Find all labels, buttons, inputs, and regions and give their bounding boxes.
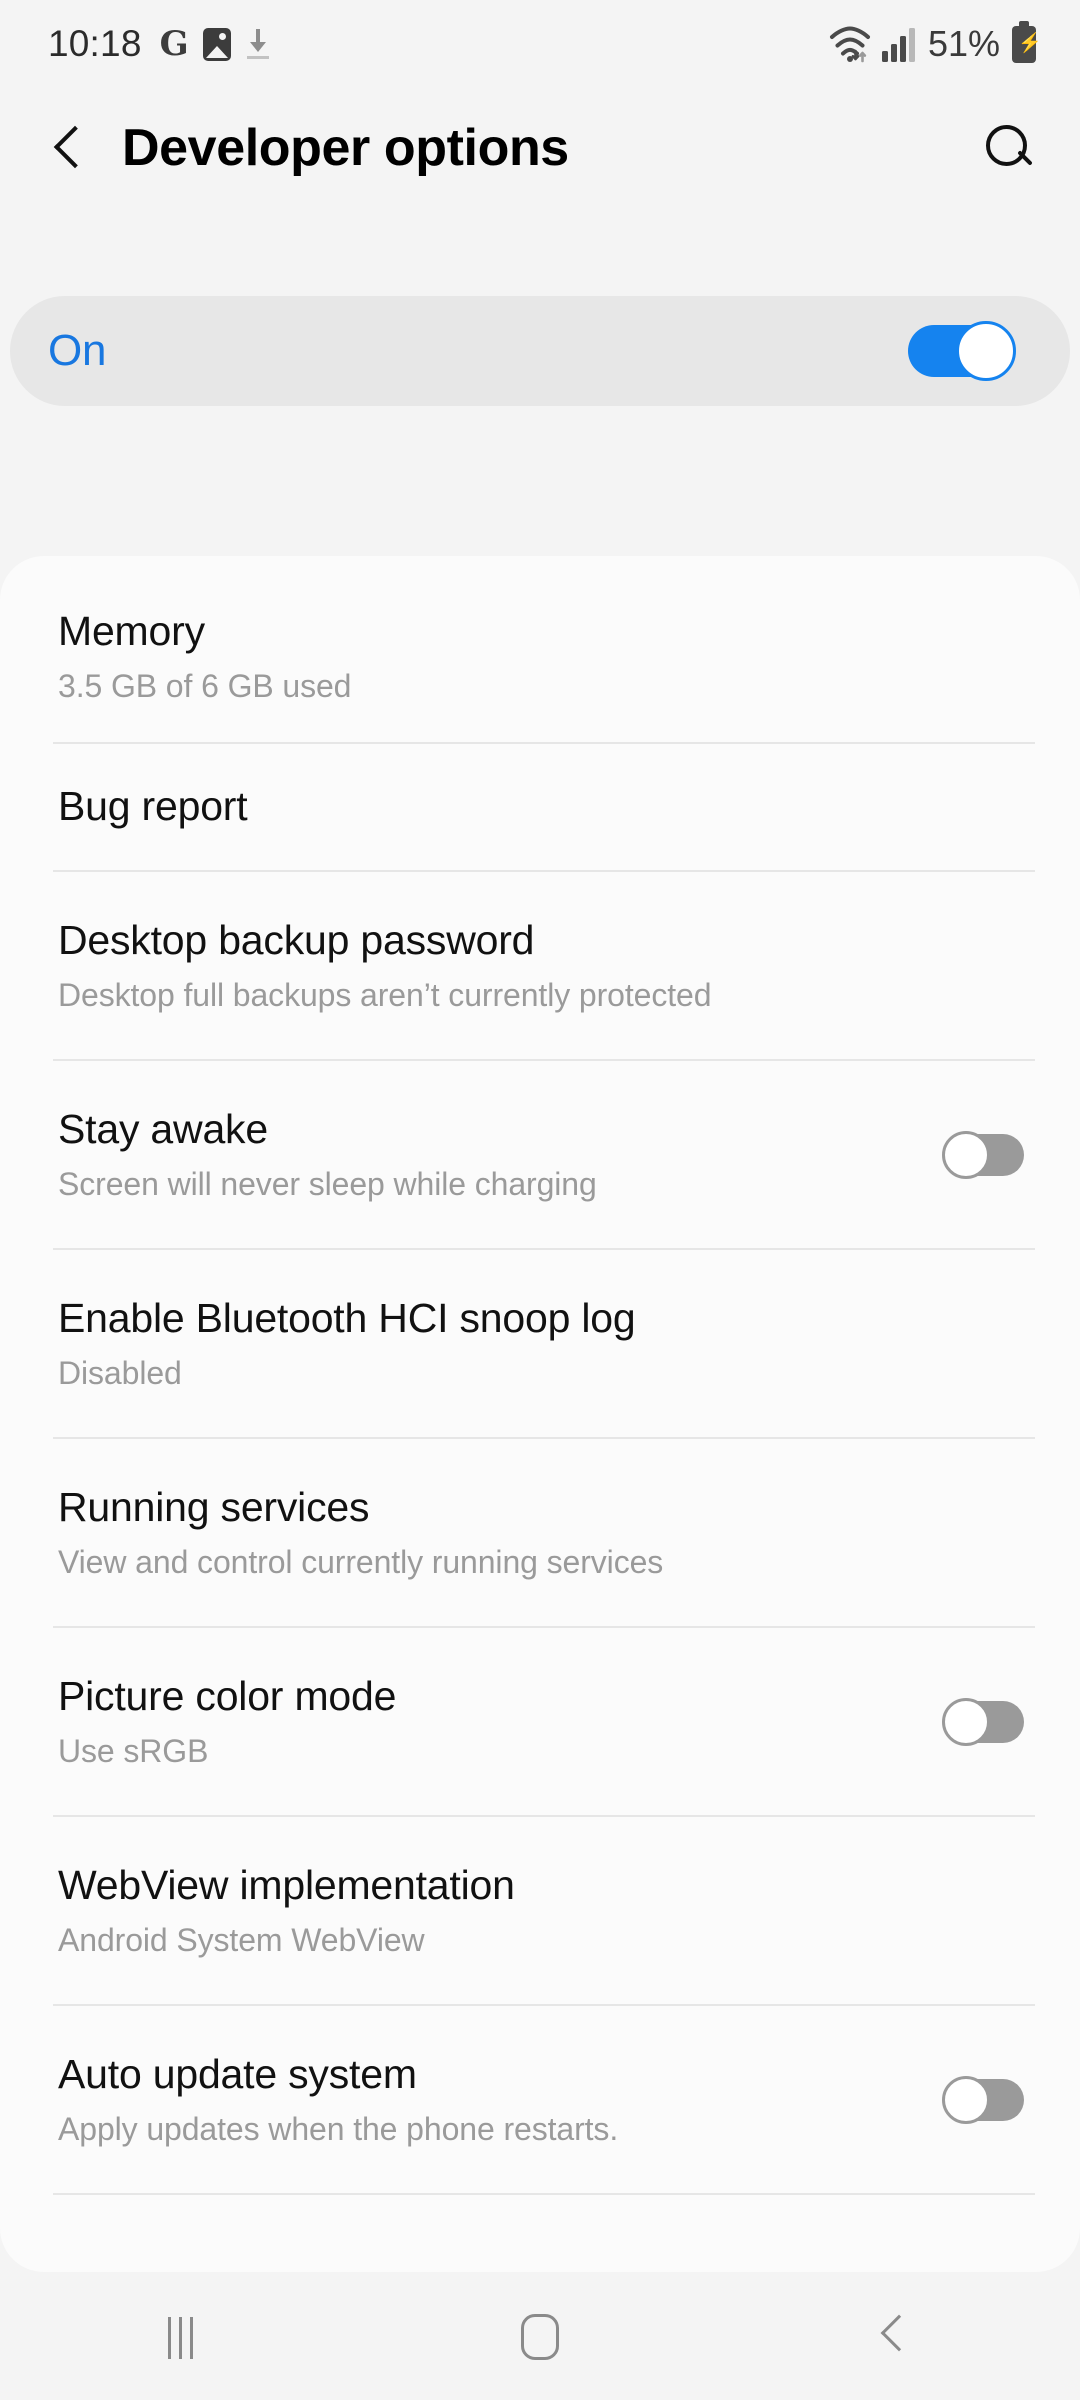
switch-thumb	[942, 1697, 990, 1746]
settings-list: Memory 3.5 GB of 6 GB used Bug report De…	[0, 556, 1080, 2272]
master-toggle-switch[interactable]	[908, 321, 1016, 381]
list-item-summary: Disabled	[58, 1354, 182, 1391]
download-icon	[245, 27, 271, 61]
status-time: 10:18	[48, 23, 142, 64]
list-item-title: Bug report	[58, 783, 248, 830]
page-title: Developer options	[122, 119, 569, 177]
list-item-title: Enable Bluetooth HCI snoop log	[58, 1294, 636, 1341]
master-toggle-label: On	[48, 326, 107, 375]
list-item-texts: Memory 3.5 GB of 6 GB used	[58, 608, 1024, 705]
cellular-signal-icon	[881, 25, 918, 63]
battery-percent: 51%	[927, 23, 1000, 64]
list-item-summary: Screen will never sleep while charging	[58, 1165, 597, 1202]
list-item-title: Stay awake	[58, 1105, 268, 1152]
list-item-title: Memory	[58, 608, 205, 655]
list-item-summary: Apply updates when the phone restarts.	[58, 2110, 619, 2147]
switch-thumb	[942, 1130, 990, 1179]
list-item-title: Auto update system	[58, 2050, 417, 2097]
list-item-title: Picture color mode	[58, 1672, 397, 1719]
wifi-icon	[828, 25, 872, 63]
list-item-running-services[interactable]: Running services View and control curren…	[0, 1439, 1080, 1626]
stay-awake-switch[interactable]	[942, 1130, 1024, 1179]
status-bar-right: 51% ⚡	[828, 20, 1042, 65]
auto-update-system-switch[interactable]	[942, 2075, 1024, 2124]
list-item-texts: Bug report	[58, 783, 1024, 830]
app-header: Developer options	[0, 88, 1080, 208]
list-item-summary: Android System WebView	[58, 1921, 425, 1958]
list-item-title: Desktop backup password	[58, 916, 535, 963]
list-item-title: WebView implementation	[58, 1861, 515, 1908]
list-item-texts: WebView implementation Android System We…	[58, 1861, 1024, 1959]
status-bar-left: 10:18 G	[48, 23, 271, 65]
list-item-summary: View and control currently running servi…	[58, 1543, 664, 1580]
list-item-texts: Enable Bluetooth HCI snoop log Disabled	[58, 1294, 1024, 1392]
list-item-stay-awake[interactable]: Stay awake Screen will never sleep while…	[0, 1061, 1080, 1248]
recents-icon[interactable]	[110, 2272, 250, 2400]
list-item-picture-color-mode[interactable]: Picture color mode Use sRGB	[0, 1628, 1080, 1815]
list-item-texts: Running services View and control curren…	[58, 1483, 1024, 1581]
list-item-texts: Stay awake Screen will never sleep while…	[58, 1105, 914, 1203]
list-item-auto-update-system[interactable]: Auto update system Apply updates when th…	[0, 2006, 1080, 2193]
list-divider	[53, 2193, 1035, 2195]
list-item-texts: Auto update system Apply updates when th…	[58, 2050, 914, 2148]
phone-screen: 10:18 G 51% ⚡ Developer options On Memor…	[0, 0, 1080, 2400]
list-item-desktop-backup-password[interactable]: Desktop backup password Desktop full bac…	[0, 872, 1080, 1059]
developer-options-master-toggle-row[interactable]: On	[10, 296, 1070, 406]
picture-color-mode-switch[interactable]	[942, 1697, 1024, 1746]
google-g-icon: G	[159, 24, 189, 64]
status-bar: 10:18 G 51% ⚡	[0, 0, 1080, 88]
list-item-bug-report[interactable]: Bug report	[0, 744, 1080, 870]
list-item-summary: 3.5 GB of 6 GB used	[58, 668, 352, 705]
photos-icon	[202, 27, 231, 61]
switch-thumb	[942, 2075, 990, 2124]
switch-thumb	[956, 321, 1016, 381]
list-item-memory[interactable]: Memory 3.5 GB of 6 GB used	[0, 556, 1080, 742]
list-item-texts: Picture color mode Use sRGB	[58, 1672, 914, 1770]
home-icon[interactable]	[470, 2272, 610, 2400]
list-item-summary: Desktop full backups aren’t currently pr…	[58, 976, 712, 1013]
back-icon[interactable]	[830, 2272, 970, 2400]
list-item-summary: Use sRGB	[58, 1732, 209, 1769]
list-item-texts: Desktop backup password Desktop full bac…	[58, 916, 1024, 1014]
list-item-bluetooth-hci-snoop-log[interactable]: Enable Bluetooth HCI snoop log Disabled	[0, 1250, 1080, 1437]
battery-charging-icon: ⚡	[1012, 20, 1042, 63]
search-icon[interactable]	[982, 121, 1036, 175]
list-item-webview-implementation[interactable]: WebView implementation Android System We…	[0, 1817, 1080, 2004]
back-chevron-icon[interactable]	[48, 121, 90, 175]
list-item-title: Running services	[58, 1483, 370, 1530]
system-navigation-bar	[0, 2272, 1080, 2400]
